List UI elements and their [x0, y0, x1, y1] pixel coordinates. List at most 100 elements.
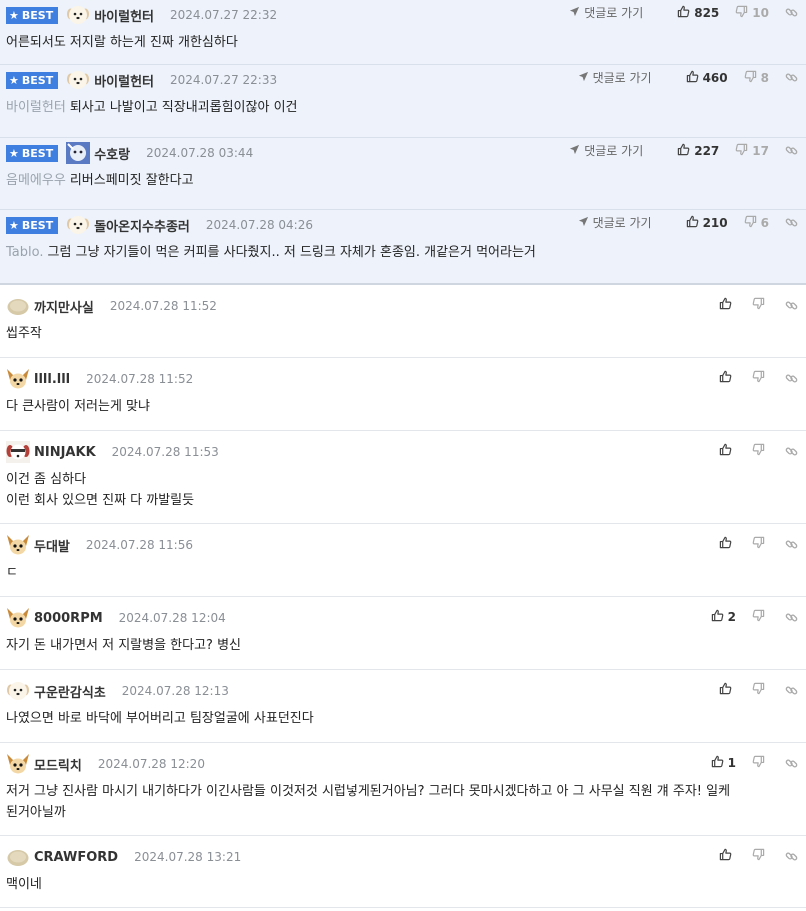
- mention-link[interactable]: 바이럴헌터: [6, 100, 66, 115]
- copy-link-icon[interactable]: [785, 850, 798, 863]
- upvote-count: 1: [727, 756, 736, 770]
- copy-link-icon[interactable]: [785, 757, 798, 770]
- go-to-reply-button[interactable]: 댓글로 가기: [578, 69, 652, 86]
- downvote-button[interactable]: 17: [735, 143, 769, 159]
- downvote-button[interactable]: 6: [744, 215, 769, 231]
- nickname[interactable]: 까지만사실: [34, 297, 94, 316]
- avatar-puppy-white-icon[interactable]: [66, 69, 90, 91]
- comment-actions: 댓글로 가기 825 10: [569, 4, 798, 21]
- downvote-button[interactable]: [752, 443, 769, 459]
- copy-link-icon[interactable]: [785, 538, 798, 551]
- copy-link-icon[interactable]: [785, 6, 798, 19]
- avatar-potato-icon[interactable]: [6, 846, 30, 868]
- avatar-puppy-white-icon[interactable]: [6, 680, 30, 702]
- go-to-reply-button[interactable]: 댓글로 가기: [569, 4, 643, 21]
- go-to-reply-button[interactable]: 댓글로 가기: [569, 142, 643, 159]
- downvote-count: 6: [760, 215, 769, 230]
- upvote-button[interactable]: [719, 848, 736, 864]
- upvote-count: 825: [694, 5, 720, 20]
- comment-line: 나였으면 바로 바닥에 부어버리고 팀장얼굴에 사표던진다: [6, 708, 796, 729]
- comment: llll.lll 2024.07.28 11:52 다 큰사람이 저러는게 맞냐: [0, 358, 806, 431]
- thumbs-down-icon: [744, 70, 761, 86]
- nickname[interactable]: 바이럴헌터: [94, 71, 154, 90]
- nickname[interactable]: llll.lll: [34, 372, 70, 387]
- avatar-puppy-white-icon[interactable]: [66, 214, 90, 236]
- copy-link-icon[interactable]: [785, 611, 798, 624]
- comment-text: 어른되서도 저지랄 하는게 진짜 개한심하다: [6, 35, 238, 50]
- star-icon: ★: [9, 146, 19, 160]
- copy-link-icon[interactable]: [785, 372, 798, 385]
- avatar-puppy-white-icon[interactable]: [66, 4, 90, 26]
- upvote-button[interactable]: 460: [686, 70, 728, 86]
- comment-text: 자기 돈 내가면서 저 지랄병을 한다고? 병신: [6, 638, 242, 653]
- upvote-button[interactable]: [719, 297, 736, 313]
- comment-line: 어른되서도 저지랄 하는게 진짜 개한심하다: [6, 32, 796, 53]
- avatar-chihuahua-icon[interactable]: [6, 534, 30, 556]
- nickname[interactable]: 돌아온지수추종러: [94, 216, 190, 235]
- downvote-button[interactable]: [752, 755, 769, 771]
- downvote-button[interactable]: [752, 609, 769, 625]
- upvote-button[interactable]: [719, 682, 736, 698]
- comment-actions: 1: [695, 755, 798, 771]
- copy-link-icon[interactable]: [785, 445, 798, 458]
- best-badge-label: BEST: [21, 146, 54, 160]
- thumbs-up-icon: [677, 5, 694, 21]
- upvote-button[interactable]: [719, 370, 736, 386]
- upvote-button[interactable]: [719, 443, 736, 459]
- comment-date: 2024.07.28 11:53: [111, 445, 219, 459]
- comment-date: 2024.07.28 11:56: [85, 538, 193, 552]
- mention-link[interactable]: 음메에우우: [6, 173, 66, 188]
- comment-date: 2024.07.27 22:32: [170, 8, 278, 22]
- upvote-button[interactable]: 1: [711, 755, 736, 771]
- nickname[interactable]: 구운란감식초: [34, 682, 106, 701]
- copy-link-icon[interactable]: [785, 299, 798, 312]
- thumbs-up-icon: [686, 70, 703, 86]
- nickname[interactable]: 모드릭치: [34, 755, 82, 774]
- comment-date: 2024.07.28 11:52: [86, 372, 194, 386]
- thumbs-down-icon: [744, 215, 761, 231]
- comment: 구운란감식초 2024.07.28 12:13 나였으면 바로 바닥에 부어버리고 …: [0, 670, 806, 743]
- upvote-button[interactable]: 227: [677, 143, 719, 159]
- nickname[interactable]: CRAWFORD: [34, 850, 118, 865]
- downvote-button[interactable]: [752, 370, 769, 386]
- upvote-button[interactable]: [719, 536, 736, 552]
- thumbs-down-icon: [752, 682, 769, 698]
- nickname[interactable]: 바이럴헌터: [94, 6, 154, 25]
- comment-line: 저거 그냥 진사람 마시기 내기하다가 이긴사람들 이것저것 시럽넣게된거아님?…: [6, 781, 796, 802]
- copy-link-icon[interactable]: [785, 71, 798, 84]
- comment-actions: 댓글로 가기 227 17: [569, 142, 798, 159]
- copy-link-icon[interactable]: [785, 144, 798, 157]
- upvote-button[interactable]: 2: [711, 609, 736, 625]
- nickname[interactable]: 두대발: [34, 536, 70, 555]
- comment-body: 다 큰사람이 저러는게 맞냐: [6, 396, 796, 417]
- copy-link-icon[interactable]: [785, 684, 798, 697]
- comment-header: CRAWFORD 2024.07.28 13:21: [6, 846, 241, 868]
- best-badge: ★ BEST: [6, 6, 59, 24]
- downvote-button[interactable]: 10: [735, 5, 769, 21]
- downvote-button[interactable]: [752, 848, 769, 864]
- avatar-chihuahua-icon[interactable]: [6, 368, 30, 390]
- copy-link-icon[interactable]: [785, 216, 798, 229]
- comment-line: 이런 회사 있으면 진짜 다 까발릴듯: [6, 490, 796, 511]
- star-icon: ★: [9, 218, 19, 232]
- downvote-button[interactable]: 8: [744, 70, 769, 86]
- best-badge-label: BEST: [21, 73, 54, 87]
- downvote-button[interactable]: [752, 682, 769, 698]
- go-to-reply-button[interactable]: 댓글로 가기: [578, 214, 652, 231]
- avatar-chihuahua-icon[interactable]: [6, 607, 30, 629]
- downvote-button[interactable]: [752, 297, 769, 313]
- comment-actions: 2: [695, 609, 798, 625]
- avatar-ninja-dog-icon[interactable]: [6, 441, 30, 463]
- avatar-potato-icon[interactable]: [6, 295, 30, 317]
- avatar-chihuahua-icon[interactable]: [6, 753, 30, 775]
- nickname[interactable]: NINJAKK: [34, 445, 96, 460]
- best-badge-label: BEST: [21, 218, 54, 232]
- avatar-blue-creature-icon[interactable]: [66, 142, 91, 164]
- downvote-button[interactable]: [752, 536, 769, 552]
- mention-link[interactable]: Tablo.: [6, 245, 43, 260]
- nickname[interactable]: 수호랑: [94, 144, 130, 163]
- upvote-button[interactable]: 825: [677, 5, 719, 21]
- upvote-button[interactable]: 210: [686, 215, 728, 231]
- nickname[interactable]: 8000RPM: [34, 611, 103, 626]
- upvote-count: 210: [702, 215, 728, 230]
